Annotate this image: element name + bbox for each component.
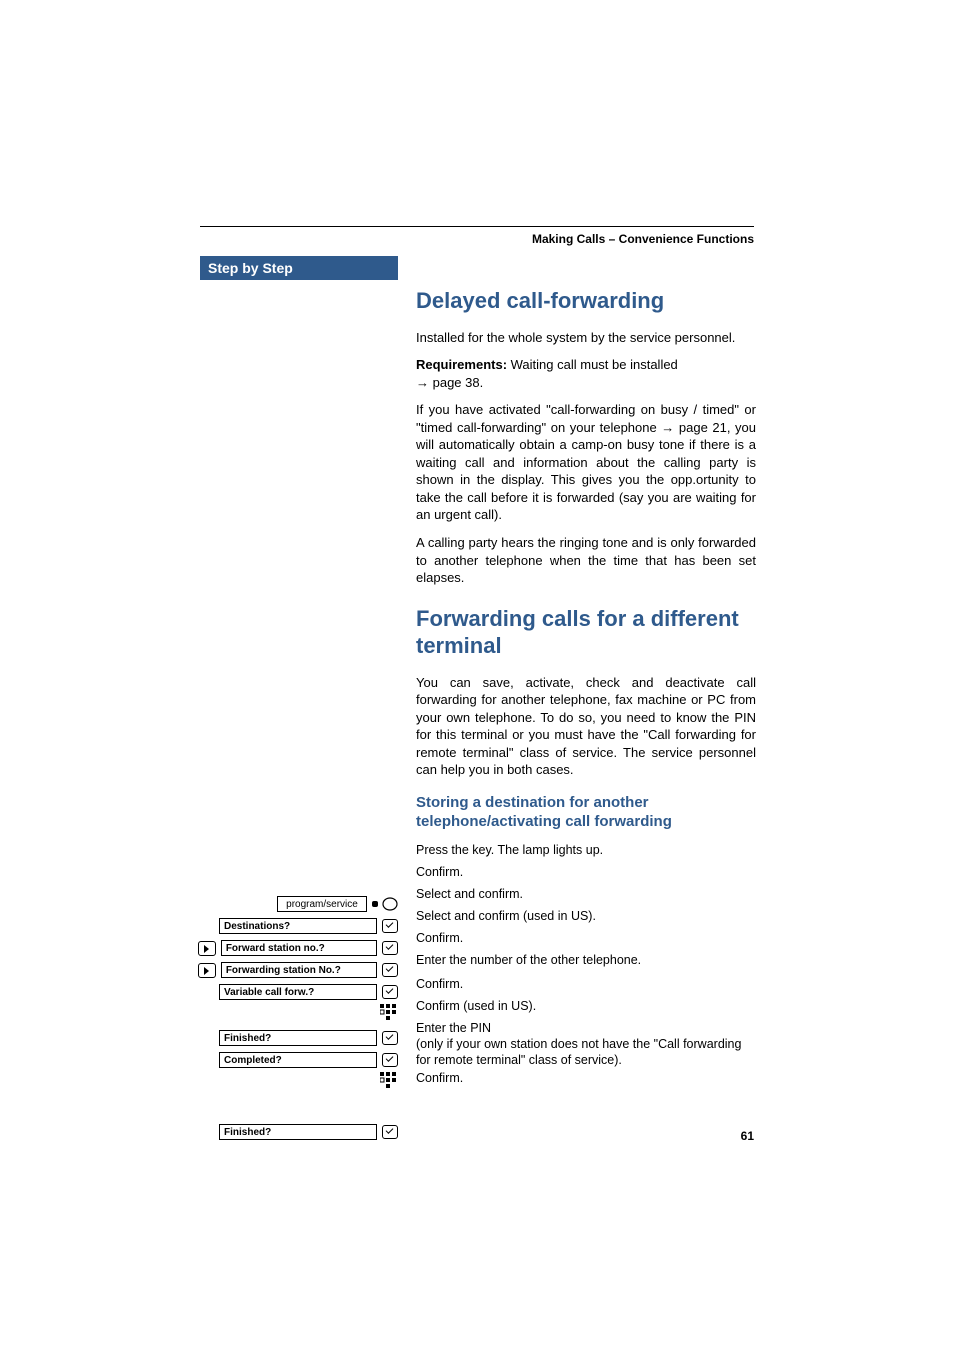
menu-completed: Completed? xyxy=(219,1052,377,1068)
menu-finished-2: Finished? xyxy=(219,1124,377,1140)
keypad-icon xyxy=(380,1004,398,1027)
page-number: 61 xyxy=(741,1129,754,1143)
step-select-confirm-1: Select and confirm. xyxy=(416,886,523,902)
confirm-icon xyxy=(382,963,398,977)
keypad-icon xyxy=(380,1072,398,1095)
lamp-icon xyxy=(372,897,398,911)
step-enter-number: Enter the number of the other telephone. xyxy=(416,952,641,968)
menu-variable-call-forw: Variable call forw.? xyxy=(219,984,377,1000)
step-by-step-label: Step by Step xyxy=(200,256,398,280)
header-rule xyxy=(200,226,754,227)
header-section-title: Making Calls – Convenience Functions xyxy=(354,232,754,246)
menu-destinations: Destinations? xyxy=(219,918,377,934)
subheading-storing-destination: Storing a destination for another teleph… xyxy=(416,793,756,832)
menu-program-service: program/service xyxy=(277,896,367,912)
step-select-confirm-us: Select and confirm (used in US). xyxy=(416,908,596,924)
confirm-icon xyxy=(382,1053,398,1067)
requirements-text: Waiting call must be installed xyxy=(507,357,678,372)
step-confirm-4: Confirm. xyxy=(416,1070,463,1086)
step-confirm-2: Confirm. xyxy=(416,930,463,946)
confirm-icon xyxy=(382,919,398,933)
heading-delayed-call-forwarding: Delayed call-forwarding xyxy=(416,287,756,315)
paragraph-activated: If you have activated "call-forwarding o… xyxy=(416,401,756,524)
confirm-icon xyxy=(382,1125,398,1139)
heading-forwarding-different-terminal: Forwarding calls for a different termina… xyxy=(416,605,756,660)
confirm-icon xyxy=(382,985,398,999)
paragraph-ringing: A calling party hears the ringing tone a… xyxy=(416,534,756,587)
paragraph-installed: Installed for the whole system by the se… xyxy=(416,329,756,347)
menu-finished-1: Finished? xyxy=(219,1030,377,1046)
step-confirm-3: Confirm. xyxy=(416,976,463,992)
scroll-icon xyxy=(198,941,216,956)
paragraph-forwarding-desc: You can save, activate, check and deacti… xyxy=(416,674,756,779)
paragraph-requirements: Requirements: Waiting call must be insta… xyxy=(416,356,756,391)
step-enter-pin: Enter the PIN (only if your own station … xyxy=(416,1020,756,1069)
confirm-icon xyxy=(382,1031,398,1045)
menu-forward-station-no: Forward station no.? xyxy=(221,940,377,956)
step-enter-pin-note: (only if your own station does not have … xyxy=(416,1037,741,1067)
requirements-label: Requirements: xyxy=(416,357,507,372)
confirm-icon xyxy=(382,941,398,955)
step-confirm-us: Confirm (used in US). xyxy=(416,998,536,1014)
step-press-key: Press the key. The lamp lights up. xyxy=(416,842,603,858)
scroll-icon xyxy=(198,963,216,978)
requirements-page-ref: → page 38. xyxy=(416,375,483,390)
menu-forwarding-station-no-us: Forwarding station No.? xyxy=(221,962,377,978)
step-confirm-1: Confirm. xyxy=(416,864,463,880)
step-enter-pin-title: Enter the PIN xyxy=(416,1021,491,1035)
